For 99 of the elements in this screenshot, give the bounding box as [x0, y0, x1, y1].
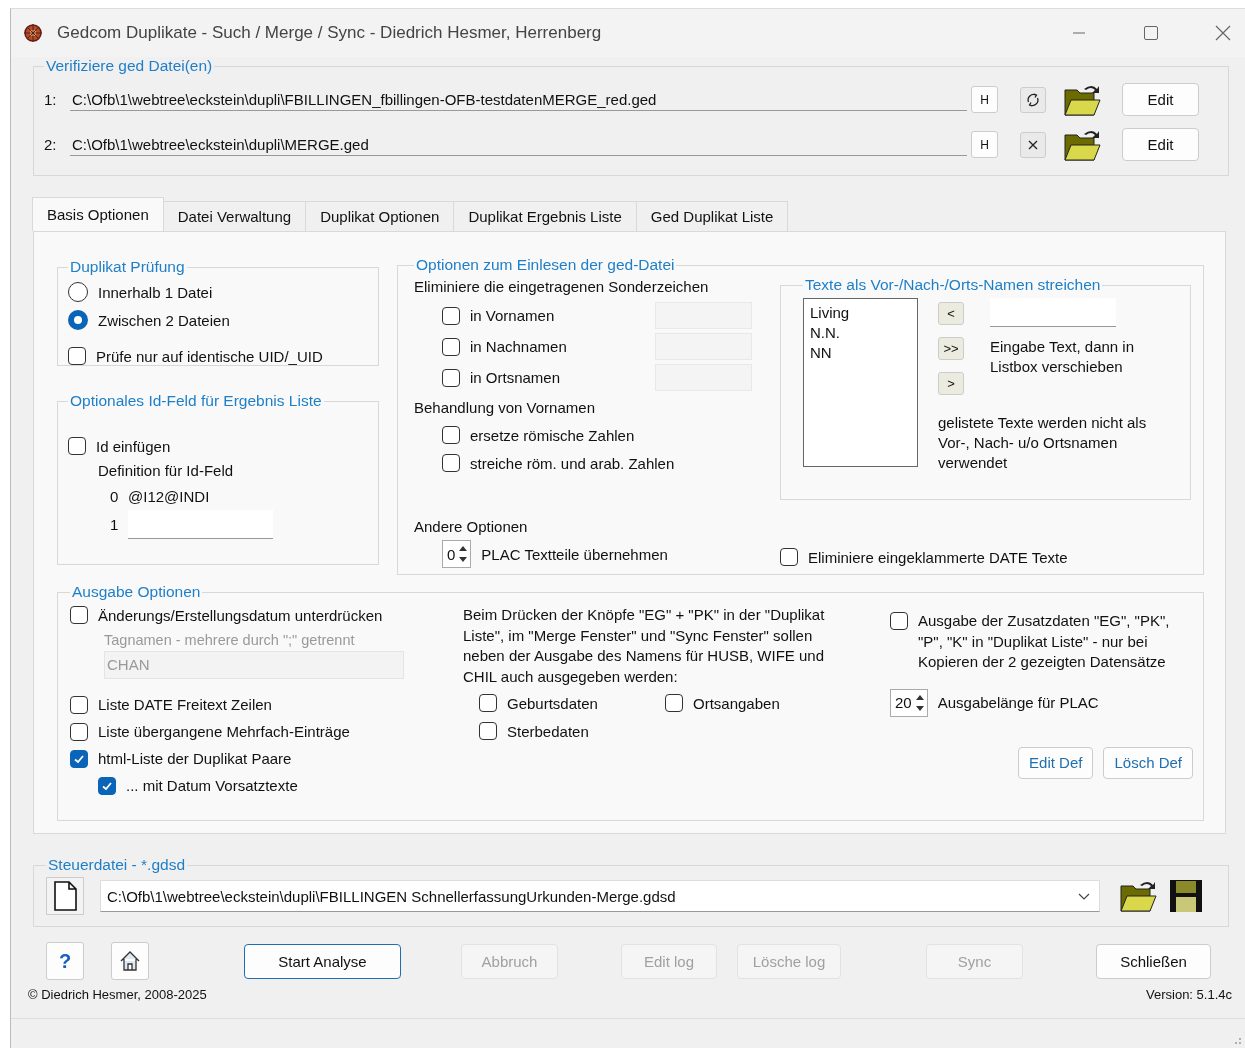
arrow-button[interactable]: > [938, 372, 964, 395]
path-dropdown[interactable]: C:\Ofb\1\webtree\eckstein\dupli\FBILLINGEN SchnellerfassungUrkunden-Merge.gdsd [100, 880, 1100, 912]
checkbox[interactable] [68, 347, 86, 365]
checkbox-label: Eliminiere eingeklammerte DATE Texte [808, 548, 1068, 566]
line-number: 1 [110, 515, 118, 533]
hint-text: Eingabe Text, dann in Listbox verschieben [990, 337, 1135, 377]
refresh-icon [1025, 91, 1041, 108]
h-button[interactable]: H [971, 86, 998, 113]
arrow-button[interactable]: >> [938, 337, 964, 360]
checkbox[interactable] [442, 454, 460, 472]
path-field[interactable]: C:\Ofb\1\webtree\eckstein\dupli\FBILLINGEN_fbillingen-OFB-testdatenMERGE_red.ged [70, 88, 967, 111]
checkbox-label: Ortsangaben [693, 694, 780, 712]
line-number: 0 [110, 487, 118, 505]
checkbox-label: in Vornamen [470, 307, 555, 324]
path-field[interactable]: C:\Ofb\1\webtree\eckstein\dupli\MERGE.ged [70, 133, 967, 156]
checkbox-label: Id einfügen [96, 437, 171, 455]
close-icon[interactable] [1213, 23, 1233, 43]
list-item[interactable]: Living [810, 303, 911, 323]
action-button[interactable]: Schließen [1096, 943, 1211, 979]
edit-button[interactable]: Edit [1122, 83, 1199, 116]
checkbox-label: streiche röm. und arab. Zahlen [470, 454, 675, 472]
checkbox[interactable] [70, 606, 88, 624]
checkbox[interactable] [442, 368, 460, 387]
group-title: Optionen zum Einlesen der ged-Datei [415, 256, 676, 274]
checkbox-label: ersetze römische Zahlen [470, 426, 635, 444]
checkbox[interactable] [98, 776, 116, 795]
group-title: Texte als Vor-/Nach-/Orts-Namen streichen [804, 276, 1102, 294]
checkbox[interactable] [890, 612, 908, 630]
field-label: Definition für Id-Feld [98, 461, 235, 481]
radio-label: Innerhalb 1 Datei [98, 283, 213, 301]
checkbox[interactable] [70, 749, 88, 768]
checkbox[interactable] [442, 306, 460, 325]
number-spinner[interactable]: 20 [890, 688, 928, 717]
list-item[interactable]: N.N. [810, 323, 911, 343]
checkbox-label: Liste DATE Freitext Zeilen [98, 696, 272, 713]
checkbox-label: Ausgabe der Zusatzdaten "EG", "PK", "P", "K" in "Duplikat Liste" - nur bei Kopieren der 2 gezeigten Datensätze [918, 611, 1171, 672]
def-button[interactable]: Edit Def [1018, 746, 1094, 779]
note-text: gelistete Texte werden nicht als Vor-, Nach- u/o Ortsnamen verwendet [938, 413, 1148, 473]
h-button[interactable]: H [971, 131, 998, 158]
spinner-label: Ausgabelänge für PLAC [937, 694, 1099, 711]
checkbox-label: Sterbedaten [507, 722, 589, 740]
checkbox[interactable] [70, 722, 88, 741]
input-field[interactable] [128, 509, 273, 539]
group-title: Verifiziere ged Datei(en) [45, 57, 214, 75]
group-title: Steuerdatei - *.gdsd [47, 856, 186, 874]
explanation-text: Beim Drücken der Knöpfe "EG" + "PK" in der "Duplikat Liste", im "Merge Fenster" und "Sync Fenster" sollen neben der Ausgabe des Namens für HUSB, WIFE und CHIL auch ausgegeben werden: [463, 605, 826, 687]
checkbox[interactable] [442, 426, 460, 444]
checkbox[interactable] [665, 694, 683, 712]
section-heading: Eliminiere die eingetragenen Sonderzeichen [414, 277, 710, 297]
icon-button[interactable] [1020, 131, 1046, 158]
checkbox[interactable] [70, 695, 88, 714]
radio-button[interactable] [68, 310, 88, 330]
list-box[interactable]: Living N.N. NN [803, 298, 918, 467]
checkbox[interactable] [479, 722, 497, 740]
spinner-label: PLAC Textteile übernehmen [481, 545, 668, 563]
checkbox-label: Änderungs/Erstellungsdatum unterdrücken [98, 606, 383, 624]
version-text: Version: 5.1.4c [1146, 987, 1232, 1002]
group-title: Duplikat Prüfung [69, 258, 186, 276]
icon-button[interactable] [1020, 86, 1046, 113]
group-title: Optionales Id-Feld für Ergebnis Liste [69, 392, 323, 410]
id-value: @I12@INDI [128, 487, 210, 505]
window-title: Gedcom Duplikate - Such / Merge / Sync - Diedrich Hesmer, Herrenberg [57, 23, 602, 43]
home-button[interactable] [111, 942, 149, 980]
checkbox-label: html-Liste der Duplikat Paare [98, 750, 292, 767]
checkbox-label: Prüfe nur auf identische UID/_UID [96, 347, 323, 365]
checkbox-label: ... mit Datum Vorsatztexte [126, 777, 298, 794]
def-button[interactable]: Lösch Def [1103, 746, 1193, 779]
radio-button[interactable] [68, 282, 88, 302]
input-field[interactable] [990, 298, 1116, 327]
help-button[interactable]: ? [46, 942, 84, 980]
list-item[interactable]: NN [810, 343, 911, 363]
checkbox-label: in Ortsnamen [470, 369, 561, 386]
radio-label: Zwischen 2 Dateien [98, 311, 230, 329]
resize-grip-icon[interactable] [1232, 1035, 1242, 1045]
checkbox-label: Liste übergangene Mehrfach-Einträge [98, 723, 350, 740]
tab[interactable]: Ged Duplikat Liste [635, 201, 789, 231]
checkbox-label: Geburtsdaten [507, 694, 598, 712]
maximize-icon[interactable] [1141, 23, 1161, 43]
checkbox[interactable] [442, 337, 460, 356]
checkbox[interactable] [780, 548, 798, 566]
checkbox[interactable] [479, 694, 497, 712]
hint-text: Tagnamen - mehrere durch ";" getrennt [104, 631, 356, 650]
row-number: 1: [44, 91, 58, 108]
home-icon [118, 949, 142, 973]
arrow-button[interactable]: < [938, 302, 964, 325]
section-heading: Andere Optionen [414, 517, 529, 537]
row-number: 2: [44, 136, 58, 153]
app-icon [23, 23, 43, 43]
save-icon[interactable] [1168, 878, 1204, 914]
tab[interactable]: Basis Optionen [32, 197, 164, 231]
number-spinner[interactable]: 0 [442, 540, 472, 568]
checkbox[interactable] [68, 437, 86, 455]
new-file-button[interactable] [46, 877, 84, 915]
section-heading: Behandlung von Vornamen [414, 398, 596, 418]
checkbox-label: in Nachnamen [470, 338, 567, 355]
action-button[interactable]: Start Analyse [244, 943, 401, 979]
copyright-text: © Diedrich Hesmer, 2008-2025 [28, 987, 207, 1002]
group-title: Ausgabe Optionen [71, 583, 202, 601]
edit-button[interactable]: Edit [1122, 128, 1199, 161]
